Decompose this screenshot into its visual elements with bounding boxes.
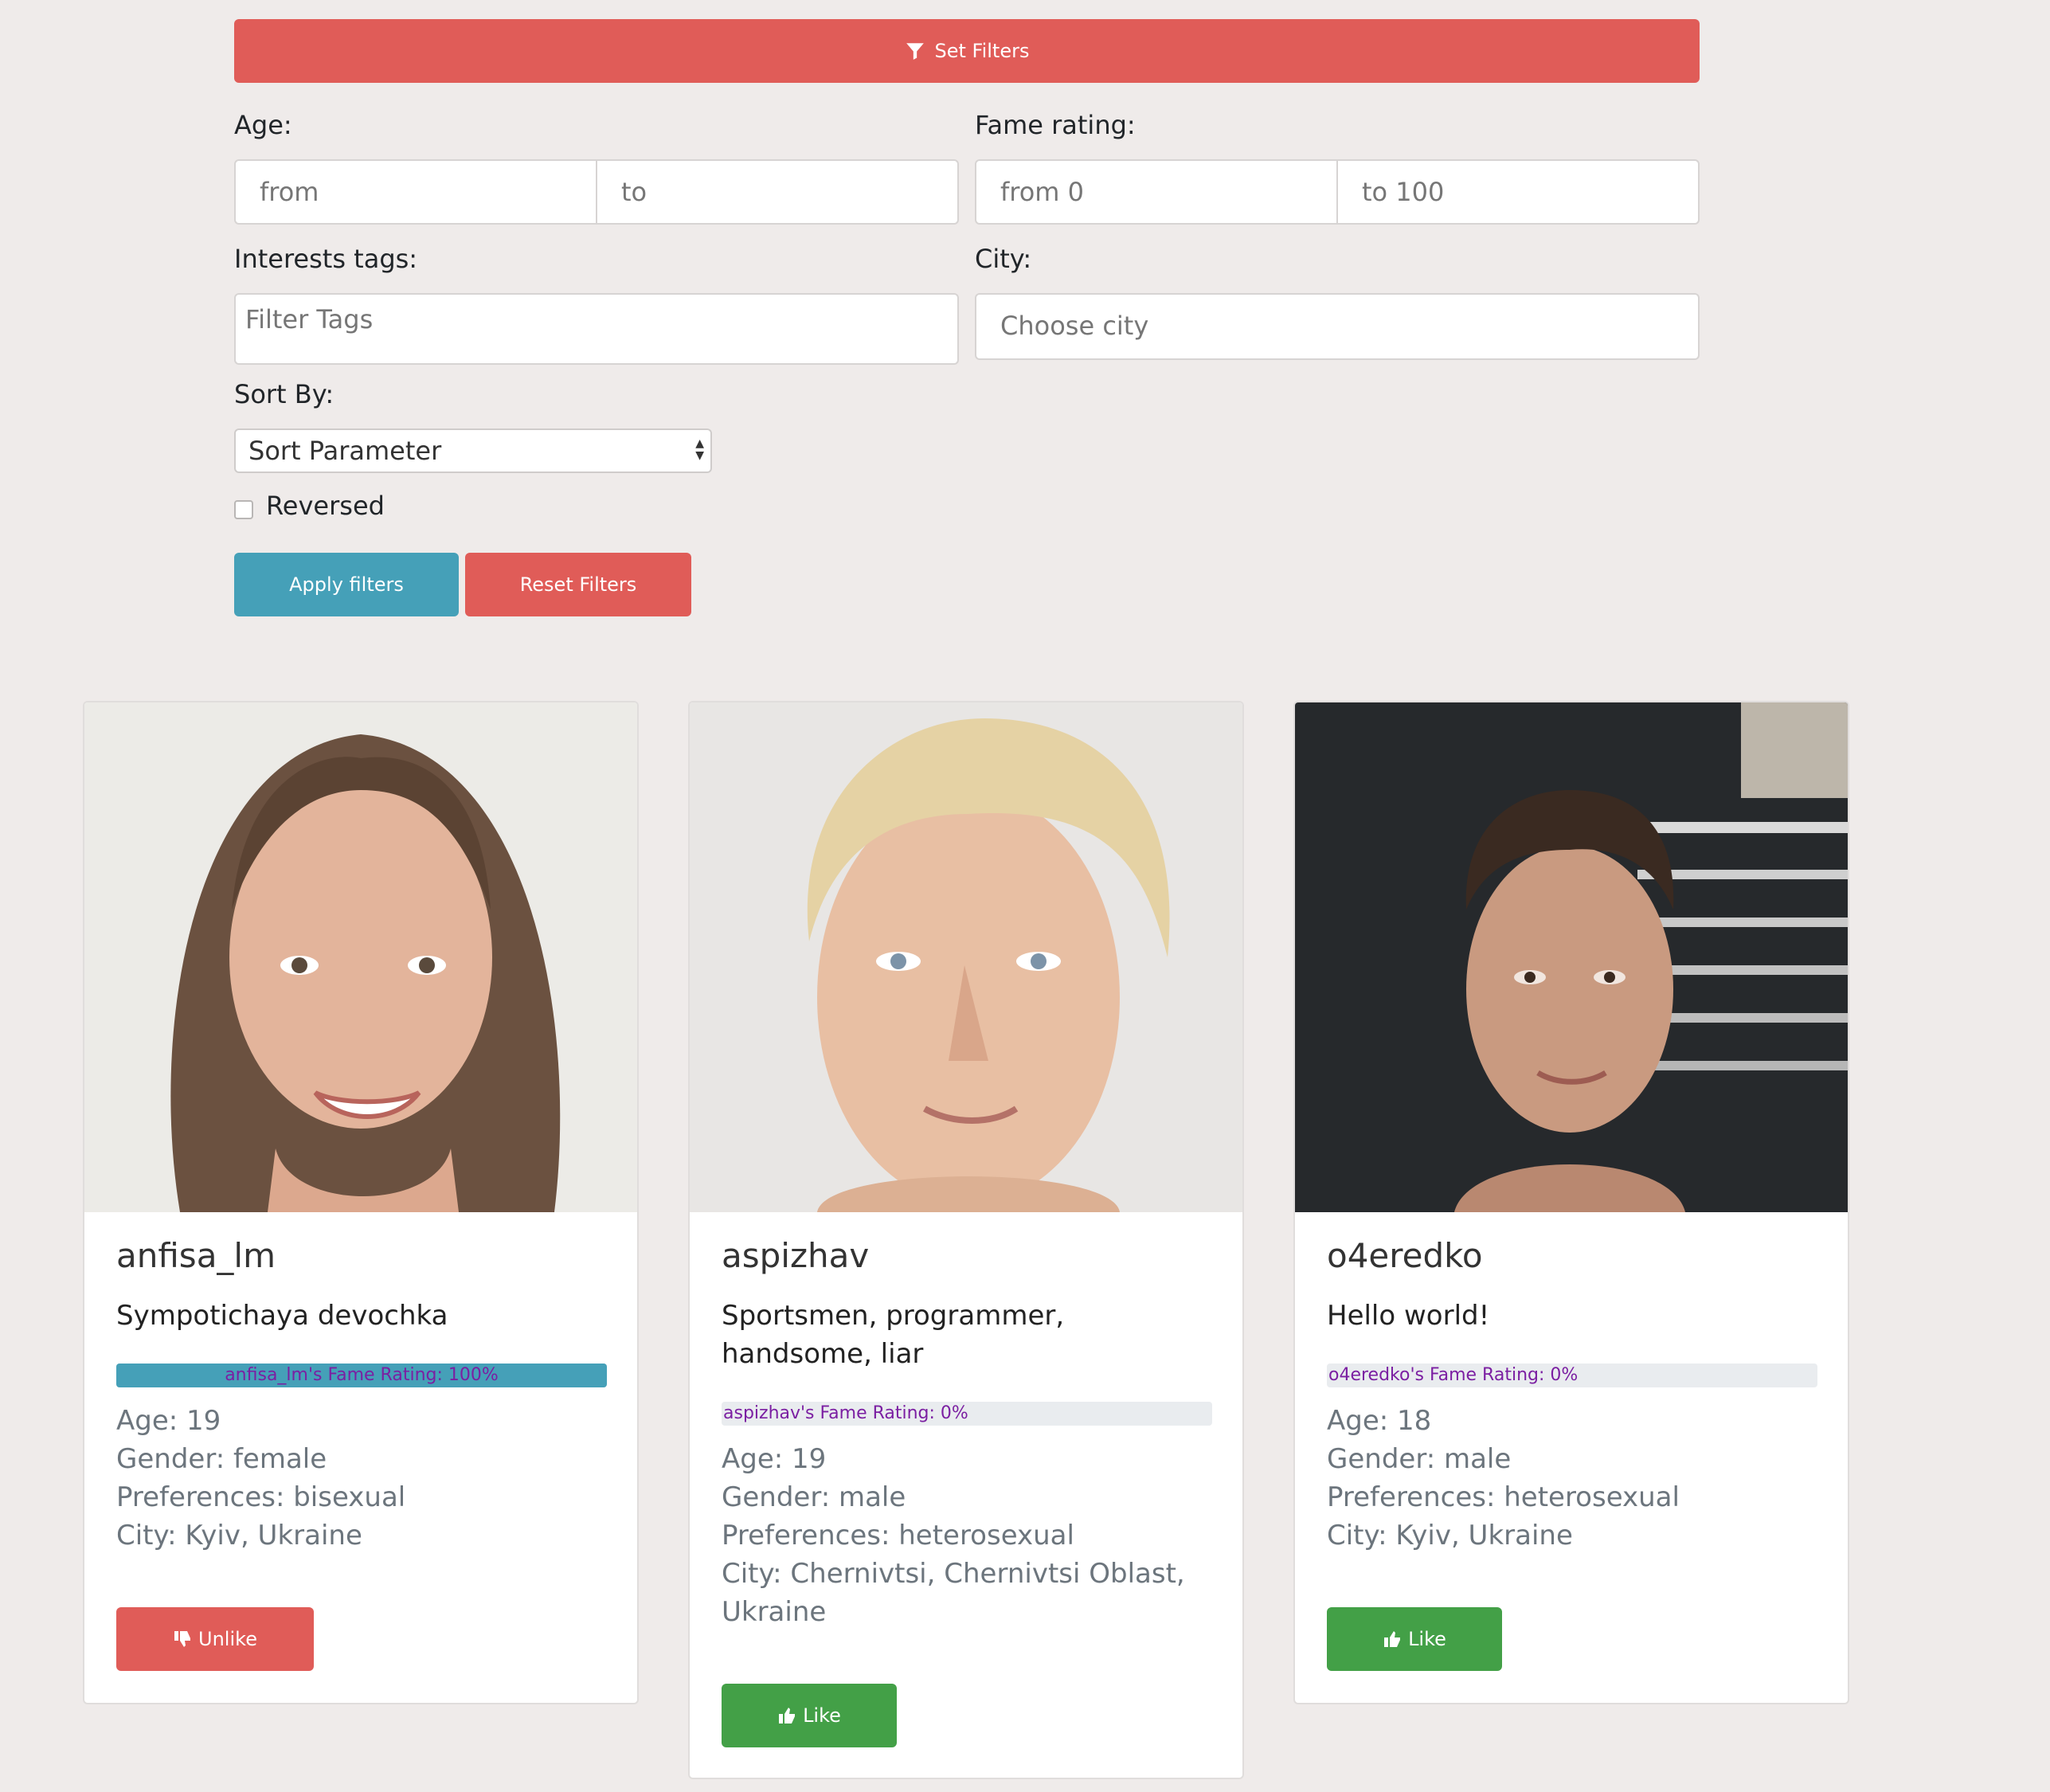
fame-rating-bar: aspizhav's Fame Rating: 0% (722, 1402, 1212, 1426)
profile-photo[interactable] (690, 702, 1242, 1212)
preferences-text: Preferences: heterosexual (722, 1520, 1074, 1551)
fame-rating-label: Fame rating: (975, 110, 1136, 140)
profile-photo[interactable] (1295, 702, 1848, 1212)
age-label: Age: (234, 110, 292, 140)
reset-filters-button[interactable]: Reset Filters (465, 553, 691, 616)
age-from-input[interactable]: from (236, 161, 596, 223)
like-button[interactable]: Like (1327, 1607, 1502, 1671)
select-arrows-icon: ▲ ▼ (695, 437, 704, 462)
gender-text: Gender: female (116, 1443, 327, 1475)
fame-rating-text: anfisa_lm's Fame Rating: 100% (225, 1365, 499, 1385)
like-label: Like (1408, 1628, 1446, 1650)
thumbs-down-icon (174, 1631, 191, 1647)
age-range: from to (234, 159, 959, 225)
unlike-label: Unlike (198, 1628, 257, 1650)
fame-rating-text: aspizhav's Fame Rating: 0% (723, 1403, 968, 1423)
city-input[interactable]: Choose city (975, 293, 1700, 360)
set-filters-button[interactable]: Set Filters (234, 19, 1700, 83)
filter-icon (906, 43, 924, 60)
gender-text: Gender: male (1327, 1443, 1512, 1475)
preferences-text: Preferences: bisexual (116, 1481, 406, 1513)
profile-card: aspizhav Sportsmen, programmer, handsome… (688, 701, 1244, 1779)
username: anfisa_lm (116, 1236, 276, 1275)
bio: Sympotichaya devochka (116, 1300, 448, 1332)
fame-to-input[interactable]: to 100 (1336, 161, 1698, 223)
profile-info: Age: 19 Gender: female Preferences: bise… (116, 1402, 610, 1555)
bio: Sportsmen, programmer, handsome, liar (722, 1300, 1065, 1370)
set-filters-label: Set Filters (934, 40, 1030, 62)
age-text: Age: 19 (722, 1443, 827, 1475)
age-text: Age: 18 (1327, 1405, 1432, 1437)
city-label: City: (975, 244, 1032, 274)
city-text: City: Kyiv, Ukraine (116, 1520, 362, 1551)
reversed-checkbox[interactable] (234, 500, 253, 519)
fame-range: from 0 to 100 (975, 159, 1700, 225)
sort-by-label: Sort By: (234, 379, 334, 409)
fame-rating-text: o4eredko's Fame Rating: 0% (1328, 1365, 1579, 1385)
city-text: City: Kyiv, Ukraine (1327, 1520, 1573, 1551)
like-label: Like (803, 1704, 841, 1727)
sort-select[interactable]: Sort Parameter ▲ ▼ (234, 428, 712, 473)
apply-filters-button[interactable]: Apply filters (234, 553, 459, 616)
tags-input[interactable]: Filter Tags (234, 293, 959, 365)
profile-info: Age: 18 Gender: male Preferences: hetero… (1327, 1402, 1821, 1555)
gender-text: Gender: male (722, 1481, 906, 1513)
age-to-input[interactable]: to (596, 161, 957, 223)
preferences-text: Preferences: heterosexual (1327, 1481, 1680, 1513)
like-button[interactable]: Like (722, 1684, 897, 1747)
interests-tags-label: Interests tags: (234, 244, 418, 274)
city-text: City: Chernivtsi, Chernivtsi Oblast, Ukr… (722, 1558, 1185, 1628)
fame-rating-bar: o4eredko's Fame Rating: 0% (1327, 1364, 1817, 1387)
bio: Hello world! (1327, 1300, 1490, 1332)
reversed-label: Reversed (266, 491, 385, 521)
fame-rating-bar: anfisa_lm's Fame Rating: 100% (116, 1364, 607, 1387)
unlike-button[interactable]: Unlike (116, 1607, 314, 1671)
profile-card: o4eredko Hello world! o4eredko's Fame Ra… (1293, 701, 1849, 1704)
age-text: Age: 19 (116, 1405, 221, 1437)
profile-photo[interactable] (84, 702, 637, 1212)
sort-selected-value: Sort Parameter (248, 436, 442, 466)
thumbs-up-icon (1384, 1631, 1401, 1647)
profile-card: anfisa_lm Sympotichaya devochka anfisa_l… (83, 701, 639, 1704)
thumbs-up-icon (779, 1708, 796, 1724)
profile-info: Age: 19 Gender: male Preferences: hetero… (722, 1440, 1215, 1631)
username: o4eredko (1327, 1236, 1483, 1275)
fame-from-input[interactable]: from 0 (976, 161, 1336, 223)
username: aspizhav (722, 1236, 870, 1275)
